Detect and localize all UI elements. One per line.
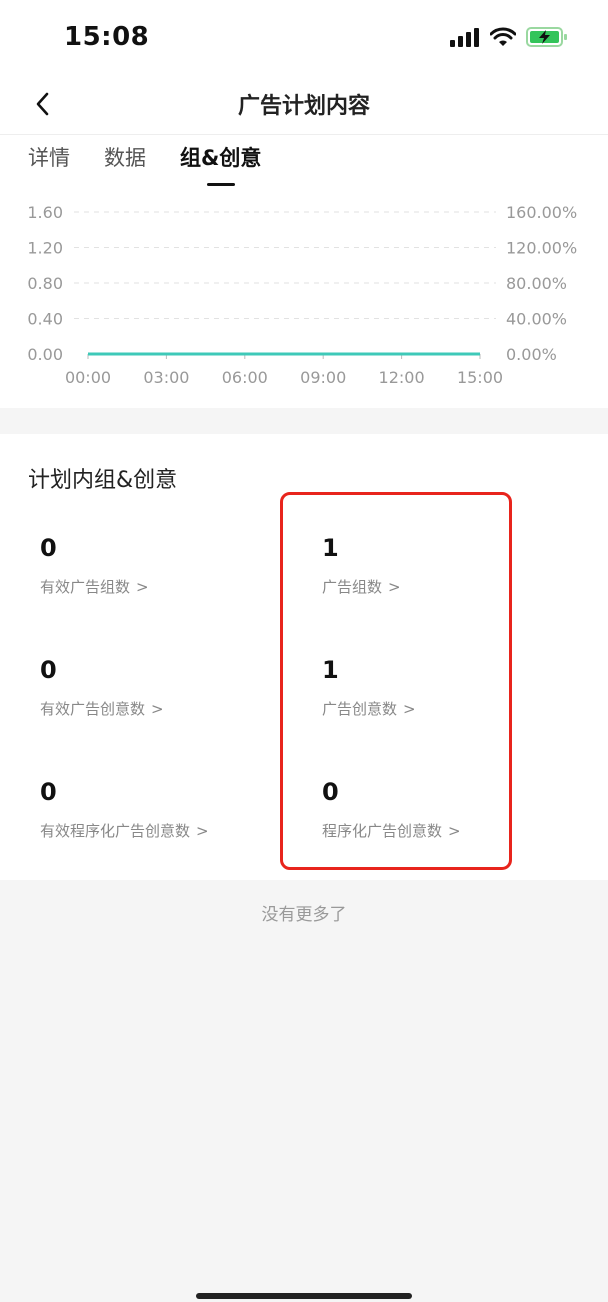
chevron-right-icon: > bbox=[151, 700, 164, 718]
stat-label: 广告组数 > bbox=[322, 578, 401, 596]
y-tick-label-right: 40.00% bbox=[506, 310, 567, 329]
stat-value: 0 bbox=[40, 778, 57, 806]
groups-creatives-section: 计划内组&创意 0 有效广告组数 > 0 有效广告创意数 > 0 有效程序化广告创意… bbox=[0, 434, 608, 880]
y-tick-label-right: 120.00% bbox=[506, 239, 577, 258]
section-title: 计划内组&创意 bbox=[28, 468, 178, 493]
nav-bar: 广告计划内容 bbox=[0, 76, 608, 135]
no-more-text: 没有更多了 bbox=[261, 905, 347, 925]
y-tick-label-left: 0.40 bbox=[27, 310, 63, 329]
top-panel: 15:08 广告计划内容 详情 数据 组&创意 0.00 0.00% 0.40 … bbox=[0, 0, 608, 408]
chevron-right-icon: > bbox=[136, 578, 149, 596]
valid-programmatic-creatives-stat[interactable]: 0 有效程序化广告创意数 > bbox=[40, 778, 209, 841]
ad-creatives-stat[interactable]: 1 广告创意数 > bbox=[322, 656, 416, 719]
y-tick-label-left: 1.60 bbox=[27, 203, 63, 222]
x-tick-label: 00:00 bbox=[65, 368, 111, 387]
stat-label: 有效广告创意数 > bbox=[40, 700, 164, 718]
y-tick-label-left: 0.00 bbox=[27, 345, 63, 364]
x-tick-label: 12:00 bbox=[379, 368, 425, 387]
stat-value: 0 bbox=[322, 778, 339, 806]
battery-charging-icon bbox=[526, 27, 567, 47]
y-tick-label-right: 80.00% bbox=[506, 274, 567, 293]
stat-value: 0 bbox=[40, 534, 57, 562]
home-indicator bbox=[196, 1293, 412, 1299]
tab-data[interactable]: 数据 bbox=[104, 142, 146, 186]
stat-value: 1 bbox=[322, 534, 339, 562]
status-time: 15:08 bbox=[64, 22, 150, 52]
stat-value: 1 bbox=[322, 656, 339, 684]
stat-label: 有效程序化广告创意数 > bbox=[40, 822, 209, 840]
signal-bars-icon bbox=[450, 28, 479, 47]
tab-details[interactable]: 详情 bbox=[28, 142, 70, 186]
page-title: 广告计划内容 bbox=[237, 94, 370, 119]
stat-value: 0 bbox=[40, 656, 57, 684]
valid-ad-creatives-stat[interactable]: 0 有效广告创意数 > bbox=[40, 656, 164, 719]
status-bar: 15:08 bbox=[0, 0, 608, 76]
trend-chart: 0.00 0.00% 0.40 40.00% 0.80 80.00% 1.20 120.00%… bbox=[27, 203, 577, 387]
chevron-right-icon: > bbox=[448, 822, 461, 840]
chevron-right-icon: > bbox=[388, 578, 401, 596]
x-tick-label: 06:00 bbox=[222, 368, 268, 387]
stat-label: 有效广告组数 > bbox=[40, 578, 149, 596]
programmatic-creatives-stat[interactable]: 0 程序化广告创意数 > bbox=[322, 778, 461, 841]
chevron-right-icon: > bbox=[403, 700, 416, 718]
y-tick-label-right: 0.00% bbox=[506, 345, 557, 364]
x-tick-label: 03:00 bbox=[143, 368, 189, 387]
chevron-right-icon: > bbox=[196, 822, 209, 840]
tab-groups-creatives[interactable]: 组&创意 bbox=[180, 142, 261, 186]
x-tick-label: 09:00 bbox=[300, 368, 346, 387]
ad-groups-stat[interactable]: 1 广告组数 > bbox=[322, 534, 401, 597]
x-tick-label: 15:00 bbox=[457, 368, 503, 387]
stat-label: 程序化广告创意数 > bbox=[322, 822, 461, 840]
wifi-icon bbox=[490, 27, 516, 46]
status-icons bbox=[450, 26, 568, 48]
valid-ad-groups-stat[interactable]: 0 有效广告组数 > bbox=[40, 534, 149, 597]
tab-bar: 详情 数据 组&创意 bbox=[28, 142, 261, 186]
y-tick-label-left: 0.80 bbox=[27, 274, 63, 293]
y-tick-label-right: 160.00% bbox=[506, 203, 577, 222]
stat-label: 广告创意数 > bbox=[322, 700, 416, 718]
y-tick-label-left: 1.20 bbox=[27, 239, 63, 258]
